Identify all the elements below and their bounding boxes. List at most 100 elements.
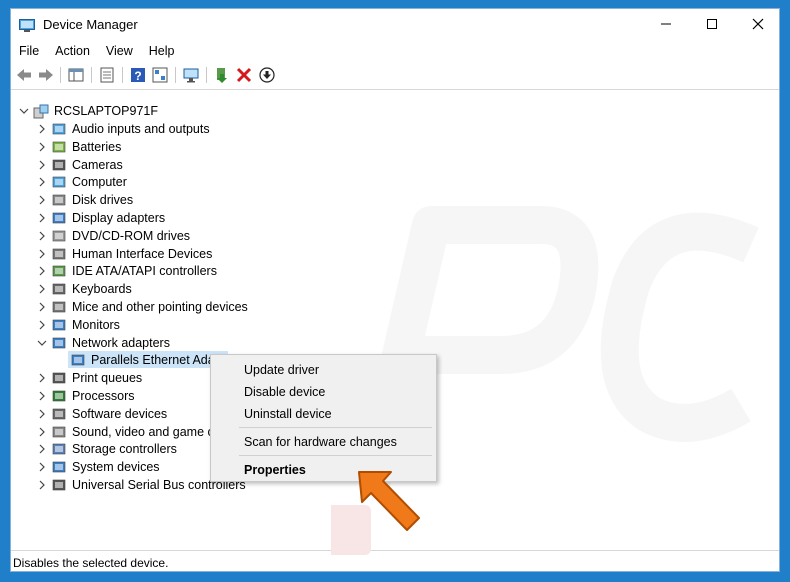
storage-controller-icon: [52, 444, 66, 455]
close-button[interactable]: [735, 9, 779, 39]
menu-help[interactable]: Help: [141, 42, 183, 62]
scan-hardware-icon[interactable]: [182, 66, 200, 84]
tree-item-label: Parallels Ethernet Ada: [91, 353, 215, 368]
chevron-right-icon[interactable]: [37, 444, 47, 454]
toolbar: ?: [11, 63, 779, 87]
tree-item-label: Disk drives: [72, 193, 134, 208]
tree-item-label: Batteries: [72, 139, 122, 154]
tree-item-label: Network adapters: [72, 335, 170, 350]
chevron-right-icon[interactable]: [37, 160, 47, 170]
minimize-icon: [661, 23, 671, 25]
tree-item-label: Cameras: [72, 157, 123, 172]
tree-item-label: Computer: [72, 175, 127, 190]
menu-view[interactable]: View: [98, 42, 141, 62]
chevron-down-icon[interactable]: [19, 106, 29, 116]
minimize-button[interactable]: [643, 9, 689, 39]
menu-update-driver[interactable]: Update driver: [244, 363, 319, 377]
tree-item-label: DVD/CD-ROM drives: [72, 228, 191, 243]
chevron-right-icon[interactable]: [37, 284, 47, 294]
maximize-button[interactable]: [689, 9, 735, 39]
device-manager-icon: [19, 19, 35, 32]
status-text: Disables the selected device.: [13, 556, 169, 570]
display-adapter-icon: [52, 212, 66, 224]
menu-separator: [239, 455, 432, 456]
chevron-right-icon[interactable]: [37, 213, 47, 223]
chevron-right-icon[interactable]: [37, 409, 47, 419]
chevron-down-icon[interactable]: [37, 338, 47, 348]
forward-arrow-icon[interactable]: [37, 66, 55, 84]
keyboard-icon: [52, 283, 66, 295]
dvd-drive-icon: [52, 230, 66, 242]
tree-root-computer[interactable]: RCSLAPTOP971F: [11, 102, 311, 120]
hid-icon: [52, 248, 66, 259]
enable-device-icon[interactable]: [258, 66, 276, 84]
chevron-right-icon[interactable]: [37, 231, 47, 241]
menu-file[interactable]: File: [11, 42, 47, 62]
tree-item-label: Keyboards: [72, 282, 132, 297]
context-menu: Update driver Disable device Uninstall d…: [210, 354, 437, 482]
tree-item-label: Monitors: [72, 317, 120, 332]
tree-item-label: IDE ATA/ATAPI controllers: [72, 264, 217, 279]
svg-text:?: ?: [134, 69, 141, 83]
update-driver-icon[interactable]: [213, 66, 231, 84]
software-device-icon: [52, 408, 66, 420]
chevron-right-icon[interactable]: [37, 249, 47, 259]
menu-bar: File Action View Help: [11, 42, 779, 62]
tree-item-label: Sound, video and game c: [72, 424, 214, 439]
tree-item-label: Processors: [72, 389, 135, 403]
chevron-right-icon[interactable]: [37, 462, 47, 472]
root-label: RCSLAPTOP971F: [54, 104, 158, 118]
menu-properties[interactable]: Properties: [244, 463, 306, 477]
chevron-right-icon[interactable]: [37, 302, 47, 312]
back-arrow-icon[interactable]: [15, 66, 33, 84]
maximize-icon: [707, 19, 717, 29]
chevron-right-icon[interactable]: [37, 427, 47, 437]
chevron-right-icon[interactable]: [37, 266, 47, 276]
show-hide-console-tree-icon[interactable]: [67, 66, 85, 84]
camera-icon: [52, 159, 66, 170]
chevron-right-icon[interactable]: [37, 391, 47, 401]
tree-item-label: Human Interface Devices: [72, 246, 213, 261]
ide-controller-icon: [52, 266, 66, 277]
menu-scan-hardware[interactable]: Scan for hardware changes: [244, 435, 397, 449]
system-device-icon: [52, 461, 66, 473]
title-bar[interactable]: Device Manager: [11, 9, 779, 41]
battery-icon: [52, 141, 66, 153]
processor-icon: [52, 390, 66, 402]
chevron-right-icon[interactable]: [37, 373, 47, 383]
properties-sheet-icon[interactable]: [98, 66, 116, 84]
device-view-icon[interactable]: [151, 66, 169, 84]
printer-icon: [52, 372, 66, 384]
disk-drive-icon: [52, 194, 66, 206]
help-icon[interactable]: ?: [129, 66, 147, 84]
chevron-right-icon[interactable]: [37, 480, 47, 490]
mouse-icon: [52, 301, 66, 313]
tree-item-label: Mice and other pointing devices: [72, 300, 248, 314]
network-adapter-icon: [52, 337, 66, 348]
tree-item-label: Software devices: [72, 406, 168, 421]
status-bar: Disables the selected device.: [11, 554, 779, 571]
menu-separator: [239, 427, 432, 428]
computer-root-icon: [33, 104, 49, 119]
monitor-icon: [52, 319, 66, 331]
chevron-right-icon[interactable]: [37, 320, 47, 330]
usb-icon: [52, 479, 66, 491]
orange-arrow-icon: [358, 471, 420, 531]
tree-item-label: Storage controllers: [72, 442, 177, 457]
menu-action[interactable]: Action: [47, 42, 98, 62]
uninstall-device-icon[interactable]: [235, 66, 253, 84]
network-adapter-icon: [71, 355, 85, 366]
chevron-right-icon[interactable]: [37, 177, 47, 187]
window-title: Device Manager: [43, 17, 138, 32]
tree-item-label: Print queues: [72, 371, 143, 386]
menu-uninstall-device[interactable]: Uninstall device: [244, 407, 332, 421]
sound-icon: [52, 426, 66, 437]
tree-item-label: Audio inputs and outputs: [72, 122, 210, 136]
speaker-icon: [52, 123, 66, 135]
device-manager-window: Device Manager File Action View Help ? R…: [10, 8, 780, 572]
menu-disable-device[interactable]: Disable device: [244, 385, 325, 399]
chevron-right-icon[interactable]: [37, 195, 47, 205]
chevron-right-icon[interactable]: [37, 142, 47, 152]
chevron-right-icon[interactable]: [37, 124, 47, 134]
tree-item-label: System devices: [72, 460, 160, 475]
